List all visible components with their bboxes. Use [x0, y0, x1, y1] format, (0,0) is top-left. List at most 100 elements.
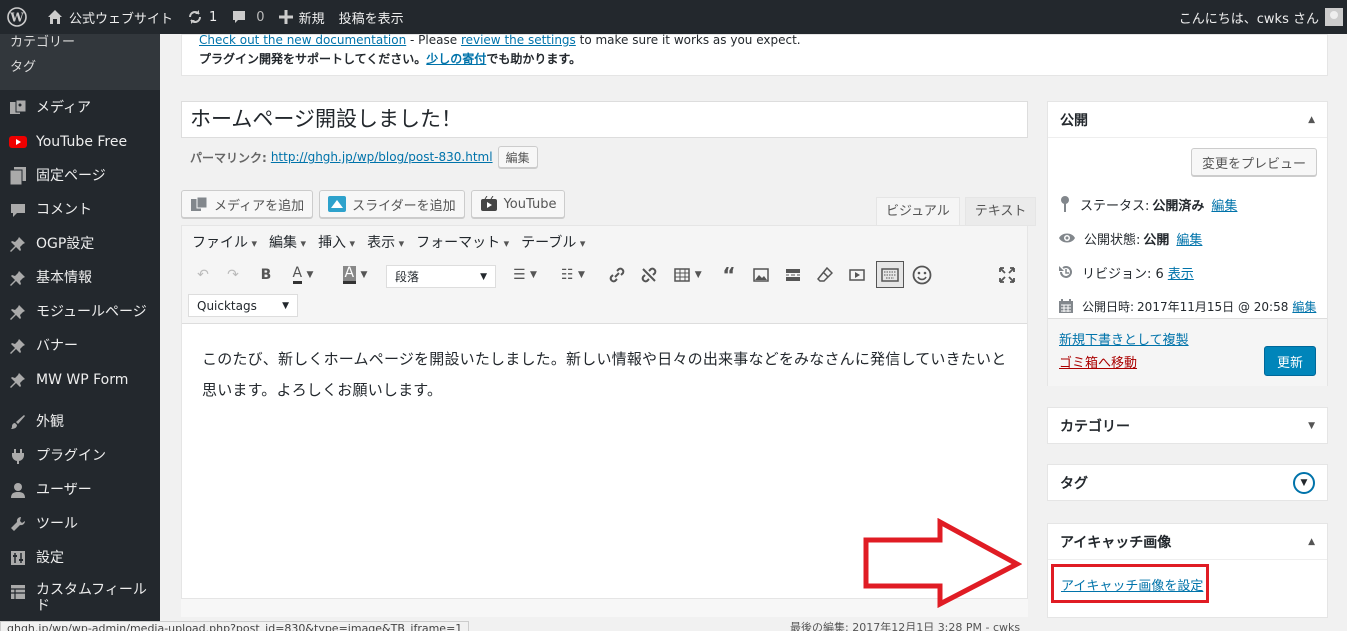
status-edit-link[interactable]: 編集 — [1211, 195, 1237, 214]
emoji-icon[interactable] — [910, 263, 934, 287]
editor-content[interactable]: このたび、新しくホームページを開設いたしました。新しい情報や日々の出来事などをみ… — [182, 324, 1027, 426]
sidebar-item-users[interactable]: ユーザー — [0, 474, 160, 508]
sidebar-item-label: 設定 — [36, 550, 64, 566]
menu-edit[interactable]: 編集 — [263, 232, 312, 252]
submenu-item-tag[interactable]: タグ — [0, 58, 160, 86]
undo-icon[interactable]: ↶ — [192, 264, 214, 286]
format-select[interactable]: 段落 ▼ — [386, 265, 496, 288]
add-slider-button[interactable]: スライダーを追加 — [319, 190, 465, 218]
donate-link[interactable]: 少しの寄付 — [426, 52, 486, 66]
featured-image-box-title: アイキャッチ画像 — [1060, 534, 1172, 551]
submenu-item-category[interactable]: カテゴリー — [0, 34, 160, 58]
wordpress-logo-icon[interactable]: W — [0, 0, 40, 34]
more-tag-icon[interactable] — [782, 264, 804, 286]
video-icon[interactable] — [846, 264, 868, 286]
sidebar-item-label: 外観 — [36, 414, 64, 430]
page-icon — [8, 166, 28, 186]
sidebar-item-appearance[interactable]: 外観 — [0, 406, 160, 440]
sidebar-item-plugins[interactable]: プラグイン — [0, 440, 160, 474]
tab-text[interactable]: テキスト — [964, 197, 1037, 226]
visibility-edit-link[interactable]: 編集 — [1176, 229, 1202, 248]
numbered-list-icon[interactable]: ☷ ▼ — [556, 264, 590, 286]
blockquote-icon[interactable]: “ — [718, 263, 740, 287]
updates-link[interactable]: 1 — [180, 0, 224, 34]
text-color-icon[interactable]: A ▼ — [286, 264, 320, 286]
eraser-icon[interactable] — [814, 264, 836, 286]
sidebar-item-label: メディア — [36, 100, 92, 116]
tag-box-header[interactable]: タグ ▼ — [1048, 465, 1327, 501]
move-to-trash-link[interactable]: ゴミ箱へ移動 — [1059, 352, 1137, 371]
background-color-icon[interactable]: A ▼ — [336, 264, 374, 286]
permalink-url[interactable]: http://ghgh.jp/wp/blog/post-830.html — [271, 150, 493, 164]
visibility-value: 公開 — [1143, 232, 1170, 248]
table-icon[interactable]: ▼ — [670, 264, 706, 286]
home-icon — [48, 10, 62, 24]
menu-view[interactable]: 表示 — [361, 232, 410, 252]
account-menu[interactable]: こんにちは、cwks さん — [1172, 0, 1347, 34]
menu-file[interactable]: ファイル — [186, 232, 263, 252]
sidebar-item-basic-info[interactable]: 基本情報 — [0, 262, 160, 296]
sidebar-item-banner[interactable]: バナー — [0, 330, 160, 364]
fullscreen-icon[interactable] — [996, 264, 1018, 286]
comments-link[interactable]: 0 — [224, 0, 271, 34]
comments-count: 0 — [256, 9, 265, 25]
publish-actions: 新規下書きとして複製 ゴミ箱へ移動 更新 — [1048, 318, 1327, 386]
add-media-button[interactable]: メディアを追加 — [181, 190, 314, 218]
sidebar-item-youtube-free[interactable]: YouTube Free — [0, 126, 160, 160]
sidebar-item-tools[interactable]: ツール — [0, 508, 160, 542]
duplicate-draft-link[interactable]: 新規下書きとして複製 — [1059, 329, 1189, 348]
new-label: 新規 — [298, 11, 325, 27]
sidebar-item-media[interactable]: メディア — [0, 92, 160, 126]
menu-table[interactable]: テーブル — [515, 232, 591, 252]
menu-format[interactable]: フォーマット — [410, 232, 515, 252]
link-icon[interactable] — [606, 264, 628, 286]
preview-changes-button[interactable]: 変更をプレビュー — [1190, 148, 1317, 176]
editor-toolbar: ↶ ↷ B A ▼ A ▼ 段落 ▼ ☰ ▼ ☷ ▼ ▼ “ Quicktags ▼ — [182, 258, 1027, 324]
redo-icon[interactable]: ↷ — [222, 264, 244, 286]
youtube-button[interactable]: YouTube — [470, 190, 566, 218]
expand-toggle-icon[interactable]: ▼ — [1293, 472, 1315, 494]
sidebar-item-comments[interactable]: コメント — [0, 194, 160, 228]
permalink-edit-button[interactable]: 編集 — [497, 146, 538, 168]
documentation-link[interactable]: Check out the new documentation — [199, 33, 406, 47]
sidebar-item-mw-wp-form[interactable]: MW WP Form — [0, 364, 160, 398]
sidebar-item-custom-fields[interactable]: カスタムフィールド — [0, 576, 160, 620]
expand-toggle-icon[interactable]: ▼ — [1308, 421, 1315, 431]
pin-icon — [8, 234, 28, 254]
media-icon — [8, 98, 28, 118]
sidebar-item-ogp[interactable]: OGP設定 — [0, 228, 160, 262]
date-edit-link[interactable]: 編集 — [1292, 298, 1316, 315]
new-content-link[interactable]: 新規 — [272, 0, 332, 34]
bullet-list-icon[interactable]: ☰ ▼ — [508, 264, 542, 286]
publish-box-header[interactable]: 公開 ▲ — [1048, 102, 1327, 138]
revisions-view-link[interactable]: 表示 — [1168, 263, 1194, 282]
settings-icon — [8, 548, 28, 568]
updates-count: 1 — [209, 9, 218, 25]
image-icon[interactable] — [750, 264, 772, 286]
permalink-label: パーマリンク: — [190, 150, 267, 165]
featured-image-box-header[interactable]: アイキャッチ画像 ▲ — [1048, 524, 1327, 560]
annotation-highlight-box — [1051, 564, 1209, 603]
tab-visual[interactable]: ビジュアル — [876, 197, 960, 226]
site-name-link[interactable]: 公式ウェブサイト — [40, 0, 180, 34]
collapse-toggle-icon[interactable]: ▲ — [1308, 115, 1315, 125]
youtube-label: YouTube — [503, 196, 557, 212]
tag-box: タグ ▼ — [1047, 464, 1328, 501]
menu-insert[interactable]: 挿入 — [312, 232, 361, 252]
collapse-toggle-icon[interactable]: ▲ — [1308, 537, 1315, 547]
keyboard-icon[interactable] — [876, 261, 904, 288]
comment-icon — [8, 200, 28, 220]
category-box-header[interactable]: カテゴリー ▼ — [1048, 408, 1327, 444]
view-post-link[interactable]: 投稿を表示 — [332, 0, 411, 34]
sidebar-item-module-page[interactable]: モジュールページ — [0, 296, 160, 330]
update-button[interactable]: 更新 — [1264, 346, 1316, 376]
add-media-label: メディアを追加 — [214, 198, 305, 214]
sidebar-item-settings[interactable]: 設定 — [0, 542, 160, 576]
revision-label: リビジョン: 6 — [1082, 266, 1164, 282]
unlink-icon[interactable] — [638, 264, 660, 286]
bold-icon[interactable]: B — [256, 264, 276, 286]
sidebar-item-pages[interactable]: 固定ページ — [0, 160, 160, 194]
settings-link[interactable]: review the settings — [461, 33, 576, 47]
post-title-input[interactable]: ホームページ開設しました！ — [181, 101, 1028, 138]
quicktags-select[interactable]: Quicktags ▼ — [188, 294, 298, 317]
